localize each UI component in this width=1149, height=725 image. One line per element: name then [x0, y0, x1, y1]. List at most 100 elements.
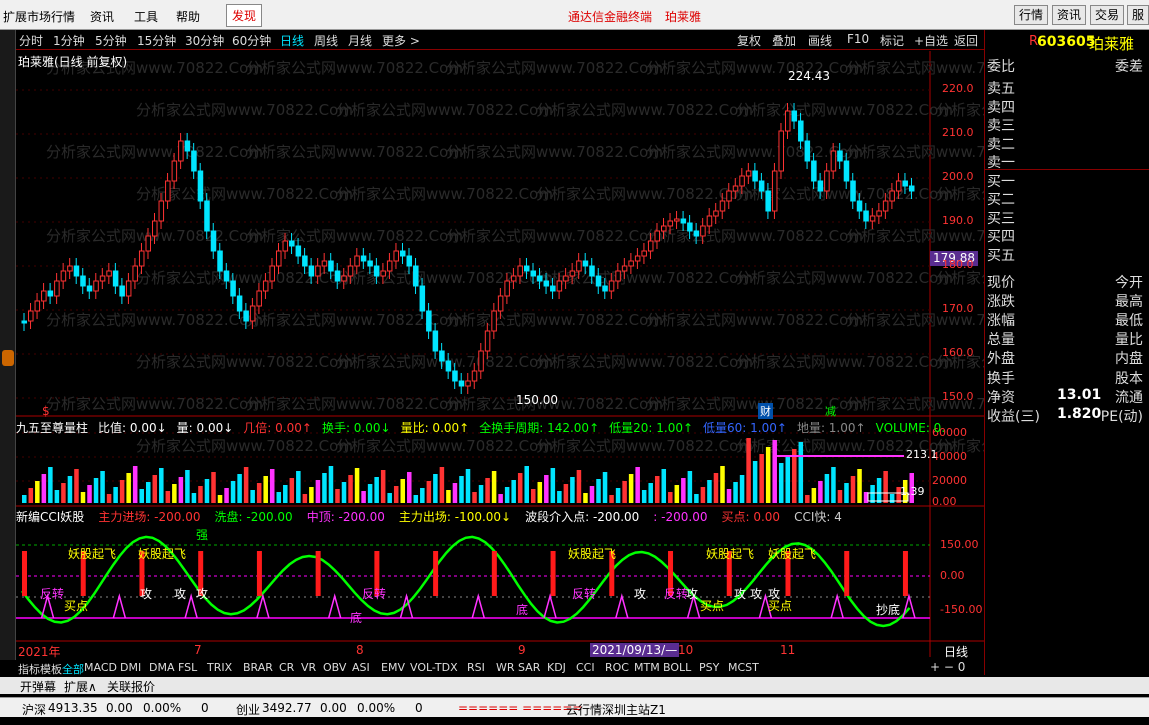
indicator-tab-23[interactable]: PSY — [699, 661, 719, 674]
candle-body — [445, 360, 452, 372]
volume-bar — [726, 489, 732, 503]
sign-toggle[interactable]: + − 0 — [930, 660, 965, 674]
indicator-tab-4[interactable]: DMI — [120, 661, 141, 674]
indicator-tab-17[interactable]: SAR — [518, 661, 540, 674]
period-1min[interactable]: 1分钟 — [53, 32, 85, 49]
period-5min[interactable]: 5分钟 — [95, 32, 127, 49]
candle-body — [178, 140, 184, 162]
watermark-text: 分析家公式网www.70822.Com — [46, 143, 263, 161]
overlay-button[interactable]: 叠加 — [772, 32, 796, 49]
orderbook-row: 卖一 — [987, 155, 1015, 171]
mark-button[interactable]: 标记 — [880, 32, 904, 49]
server-name[interactable]: 云行情深圳主站Z1 — [566, 701, 666, 718]
indicator-tab-24[interactable]: MCST — [728, 661, 759, 674]
volume-bar — [622, 481, 627, 503]
cci-indicator-label: 波段介入点: -200.00 — [525, 510, 640, 524]
volume-bar — [491, 471, 497, 503]
candle-body — [28, 310, 34, 322]
indicator-tab-1[interactable]: 模板 — [40, 661, 62, 677]
watermark-text: 分析家公式网www.70822.Com — [246, 59, 463, 77]
indicator-tab-7[interactable]: TRIX — [207, 661, 232, 674]
volume-axis-tick: 0.00 — [932, 495, 957, 508]
quote-button[interactable]: 行情 — [1014, 5, 1049, 25]
volume-bar — [857, 469, 862, 503]
candle-body — [563, 275, 569, 282]
indicator-tab-10[interactable]: VR — [301, 661, 316, 674]
cci-annotation-gong: 攻 — [750, 587, 763, 601]
indicator-tab-11[interactable]: OBV — [323, 661, 346, 674]
cci-annotation-fanzhuan: 反转 — [362, 587, 387, 601]
watermark-text: 分析家公式网www.70822.Com — [536, 101, 753, 119]
candle-body — [191, 150, 197, 172]
indicator-tab-14[interactable]: VOL-TDX — [410, 661, 458, 674]
expand-button[interactable]: 扩展∧ — [64, 678, 97, 695]
f10-button[interactable]: F10 — [847, 32, 869, 46]
draw-button[interactable]: 画线 — [808, 32, 832, 49]
volume-indicator-label: 量比: 0.00↑ — [400, 421, 470, 435]
orderbook-row: 卖五 — [987, 81, 1015, 97]
add-favorite-button[interactable]: +自选 — [914, 32, 948, 49]
watermark-text: 分析家公式网www.70822.Com — [46, 395, 263, 413]
candle-body — [386, 260, 393, 272]
indicator-tab-21[interactable]: MTM — [634, 661, 660, 674]
chart-canvas[interactable]: 分析家公式网www.70822.Com 分析家公式网www.70822.Com 分析… — [16, 51, 984, 657]
indicator-tab-15[interactable]: RSI — [467, 661, 485, 674]
discover-button[interactable]: 发现 — [226, 4, 263, 27]
indicator-tab-9[interactable]: CR — [279, 661, 294, 674]
indicator-tab-3[interactable]: MACD — [84, 661, 117, 674]
period-30min[interactable]: 30分钟 — [185, 32, 224, 49]
indicator-tab-19[interactable]: CCI — [576, 661, 595, 674]
menu-item-news[interactable]: 资讯 — [90, 8, 114, 25]
service-button[interactable]: 服 — [1127, 5, 1149, 25]
price-axis-tick: 170.0 — [942, 302, 974, 315]
related-quote-button[interactable]: 关联报价 — [107, 678, 155, 695]
candle-body — [432, 330, 439, 352]
period-60min[interactable]: 60分钟 — [232, 32, 271, 49]
trade-button[interactable]: 交易 — [1090, 5, 1125, 25]
menu-item-market[interactable]: 扩展市场行情 — [3, 8, 75, 25]
chart-area[interactable]: 分析家公式网www.70822.Com 分析家公式网www.70822.Com 分析… — [16, 51, 984, 659]
period-daily[interactable]: 日线 — [280, 32, 304, 49]
volume-bar — [668, 492, 673, 503]
left-collapse-strip[interactable] — [0, 30, 16, 660]
period-fenshi[interactable]: 分时 — [19, 32, 43, 49]
candle-body — [550, 285, 556, 292]
back-button[interactable]: 返回 — [954, 32, 978, 49]
candle-body — [661, 225, 667, 232]
period-weekly[interactable]: 周线 — [314, 32, 338, 49]
news-button[interactable]: 资讯 — [1052, 5, 1087, 25]
indicator-tab-6[interactable]: FSL — [178, 661, 197, 674]
indicator-tab-8[interactable]: BRAR — [243, 661, 273, 674]
indicator-tab-12[interactable]: ASI — [352, 661, 370, 674]
period-monthly[interactable]: 月线 — [348, 32, 372, 49]
watermark-text: 分析家公式网www.70822.Com — [46, 311, 263, 329]
candle-body — [700, 225, 706, 237]
indicator-tab-18[interactable]: KDJ — [547, 661, 566, 674]
volume-bar — [224, 488, 229, 503]
indicator-tab-0[interactable]: 指标 — [18, 661, 40, 677]
candle-body — [798, 120, 804, 142]
volume-bar — [93, 478, 99, 503]
adjust-button[interactable]: 复权 — [737, 32, 761, 49]
candle-body — [54, 280, 60, 297]
indicator-tab-2[interactable]: 全部 — [62, 661, 84, 677]
danmu-button[interactable]: 开弹幕 — [20, 678, 56, 695]
menu-item-help[interactable]: 帮助 — [176, 8, 200, 25]
indicator-tab-5[interactable]: DMA — [149, 661, 175, 674]
volume-indicator-label: 几倍: 0.00↑ — [243, 421, 312, 435]
volume-bar — [28, 488, 34, 503]
volume-indicator-label: 九五至尊量柱 — [16, 421, 89, 435]
volume-bar — [563, 484, 569, 503]
indicator-tab-16[interactable]: WR — [496, 661, 515, 674]
volume-bar — [570, 477, 575, 503]
period-15min[interactable]: 15分钟 — [137, 32, 176, 49]
bottom-toolbar: 开弹幕 扩展∧ 关联报价 + − 0 — [0, 660, 1149, 695]
indicator-tab-13[interactable]: EMV — [381, 661, 405, 674]
time-axis-label: 11 — [780, 643, 796, 657]
candle-body — [302, 255, 308, 267]
indicator-tab-22[interactable]: BOLL — [663, 661, 691, 674]
indicator-tab-20[interactable]: ROC — [605, 661, 629, 674]
expand-arrow-icon[interactable] — [2, 350, 14, 366]
menu-item-tools[interactable]: 工具 — [134, 8, 158, 25]
period-more[interactable]: 更多 > — [382, 32, 420, 49]
